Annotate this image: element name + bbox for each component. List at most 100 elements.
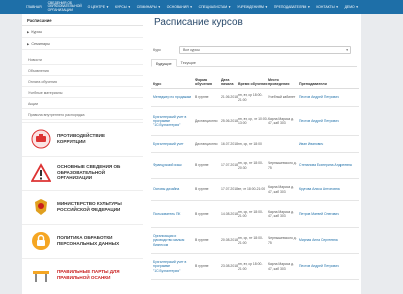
nav-home[interactable]: Главная <box>26 5 42 9</box>
sidebar-item-news[interactable]: Новости <box>22 54 143 65</box>
banner-label: Основные сведения об образовательной орг… <box>57 164 121 181</box>
cell-teacher[interactable]: Мирная Анна Сергеевна <box>299 238 357 242</box>
banner-anticorruption[interactable]: Противодействие коррупции <box>22 122 143 154</box>
nav-demo-label: Демо <box>344 5 355 9</box>
chevron-down-icon: ▼ <box>127 5 131 9</box>
warning-icon <box>30 162 52 184</box>
column-header: Форма обучения <box>195 77 212 86</box>
table-header: Курс Форма обучения Дата начала Время об… <box>151 72 359 89</box>
cell-date: 17.07.2018 <box>221 163 238 168</box>
schedule-tabs: Будущие Текущие <box>151 59 357 67</box>
cell-course[interactable]: Бухгалтерский учет в программе "1С:Бухга… <box>151 115 195 128</box>
cell-teacher[interactable]: Кругова Алиса Антоновна <box>299 187 357 191</box>
tab-future[interactable]: Будущие <box>151 59 177 67</box>
course-select-value: Все курсы <box>183 48 200 53</box>
chevron-down-icon: ▼ <box>228 5 232 9</box>
nav-about-label: О центре <box>87 5 105 9</box>
nav-specialists-label: Специалистам <box>198 5 228 9</box>
cell-date: 16.07.2018 <box>221 141 238 146</box>
sidebar-item-rules[interactable]: Правила внутреннего распорядка <box>22 109 143 120</box>
sidebar-item-payment[interactable]: Оплата обучения <box>22 76 143 87</box>
cell-teacher[interactable]: Пестов Андрей Петрович <box>299 119 357 123</box>
caret-right-icon: ▶ <box>27 29 30 34</box>
nav-teachers[interactable]: Преподавателям ▼ <box>274 5 310 9</box>
top-navigation: Главная Сведения об образовательной орга… <box>0 0 403 14</box>
column-header: Место проведения <box>268 77 290 86</box>
table-row: Организация и руководство малым бизнесом… <box>151 228 359 254</box>
cell-form: В группе <box>195 95 209 100</box>
nav-seminars[interactable]: Семинары ▼ <box>137 5 161 9</box>
cell-course[interactable]: Организация и руководство малым бизнесом <box>151 234 195 247</box>
cell-place: Чернышевского д. 75 <box>268 161 297 170</box>
cell-date: 20.08.2018 <box>221 238 238 243</box>
caret-right-icon: ▶ <box>27 41 30 46</box>
banner-privacy-policy[interactable]: Политика обработки персональных данных <box>22 224 143 256</box>
cell-time: пн, вт, ср 18:00-21:00 <box>238 93 263 102</box>
cell-teacher[interactable]: Степанова Екатерина Андреевна <box>299 163 357 167</box>
cell-time: пн, вт, ср, чт 10:00-13:00 <box>238 116 268 125</box>
nav-specialists[interactable]: Специалистам ▼ <box>199 5 231 9</box>
sidebar-item-seminars[interactable]: ▶ Семинары <box>22 38 143 50</box>
cell-teacher[interactable]: Пестов Андрей Петрович <box>299 264 357 268</box>
nav-basis[interactable]: Основания ▼ <box>167 5 193 9</box>
course-filter: Курс Все курсы ▾ <box>153 45 357 54</box>
banner-label: Противодействие коррупции <box>57 133 106 144</box>
cell-time: вт, чт 18:00-21:00 <box>238 187 266 192</box>
banner-ministry-culture[interactable]: Министерство культуры Российской Федерац… <box>22 190 143 222</box>
cell-course[interactable]: Пользователь ПК <box>151 212 195 216</box>
cell-course[interactable]: Менеджер по продажам <box>151 95 195 99</box>
desk-icon <box>30 264 52 286</box>
table-row: Бухгалтерский учет Дистанционно 16.07.2018… <box>151 136 359 153</box>
nav-about[interactable]: О центре ▼ <box>88 5 109 9</box>
banner-desks[interactable]: Правильные парты для правильной осанки <box>22 258 143 290</box>
banner-org-info[interactable]: Основные сведения об образовательной орг… <box>22 156 143 188</box>
nav-basis-label: Основания <box>166 5 189 9</box>
cell-date: 25.06.2018 <box>221 118 238 123</box>
nav-institutions-label: Учреждениям <box>237 5 264 9</box>
coat-of-arms-icon <box>30 196 52 218</box>
banner-label: Политика обработки персональных данных <box>57 235 120 246</box>
nav-courses[interactable]: Курсы ▼ <box>115 5 131 9</box>
nav-institutions[interactable]: Учреждениям ▼ <box>237 5 268 9</box>
lock-icon <box>30 230 52 252</box>
table-row: Французский язык В группе 17.07.2018 пн, ср… <box>151 153 359 179</box>
nav-seminars-label: Семинары <box>136 5 157 9</box>
cell-time: пн, ср, пт 18:00-21:00 <box>238 209 264 218</box>
cell-form: В группе <box>195 187 209 192</box>
table-row: Пользователь ПК В группе 14.08.2018 пн, ср,… <box>151 201 359 228</box>
cell-course[interactable]: Бухгалтерский учет <box>151 142 195 146</box>
sidebar-item-promotions[interactable]: Акции <box>22 98 143 109</box>
cell-place: Карла Маркса д. 47, каб 303 <box>268 262 295 271</box>
cell-place: Карла Маркса д. 47, каб 303 <box>268 185 295 194</box>
cell-course[interactable]: Французский язык <box>151 163 195 167</box>
cell-course[interactable]: Бухгалтерский учет в программе "1С:Бухга… <box>151 260 195 273</box>
course-select[interactable]: Все курсы ▾ <box>179 45 351 54</box>
chevron-down-icon: ▾ <box>346 47 348 52</box>
sidebar-item-materials[interactable]: Учебные материалы <box>22 87 143 98</box>
main-content: Расписание курсов Курс Все курсы ▾ Будущ… <box>143 14 361 294</box>
sidebar-header[interactable]: Расписание <box>22 14 143 26</box>
banner-label: Министерство культуры Российской Федерац… <box>57 201 122 212</box>
cell-time: пн, вт, ср 18:00-21:00 <box>238 262 263 271</box>
chevron-down-icon: ▼ <box>355 5 359 9</box>
cell-teacher[interactable]: Иван Иванович <box>299 142 357 146</box>
table-row: Бухгалтерский учет в программе "1С:Бухга… <box>151 254 359 280</box>
cell-form: В группе <box>195 238 209 243</box>
tab-current[interactable]: Текущие <box>177 59 200 66</box>
sidebar-item-courses[interactable]: ▶ Курсы <box>22 26 143 38</box>
nav-demo[interactable]: Демо ▼ <box>345 5 359 9</box>
sidebar-item-announcements[interactable]: Объявления <box>22 65 143 76</box>
cell-form: В группе <box>195 264 209 269</box>
chevron-down-icon: ▼ <box>157 5 161 9</box>
nav-contacts[interactable]: Контакты ▼ <box>316 5 338 9</box>
nav-org-info[interactable]: Сведения об образовательной организации <box>48 1 82 13</box>
cell-date: 17.07.2018 <box>221 187 238 192</box>
cell-place: Чернышевского д. 75 <box>268 236 297 245</box>
sidebar-item-label: Семинары <box>31 41 50 46</box>
cell-teacher[interactable]: Пестов Андрей Петрович <box>299 95 357 99</box>
cell-course[interactable]: Основы дизайна <box>151 187 195 191</box>
cell-form: В группе <box>195 211 209 216</box>
cell-date: 21.06.2018 <box>221 95 238 100</box>
cell-teacher[interactable]: Петров Матвей Олегович <box>299 212 357 216</box>
cell-place: Карла Маркса д. 47, каб 303 <box>268 116 295 125</box>
